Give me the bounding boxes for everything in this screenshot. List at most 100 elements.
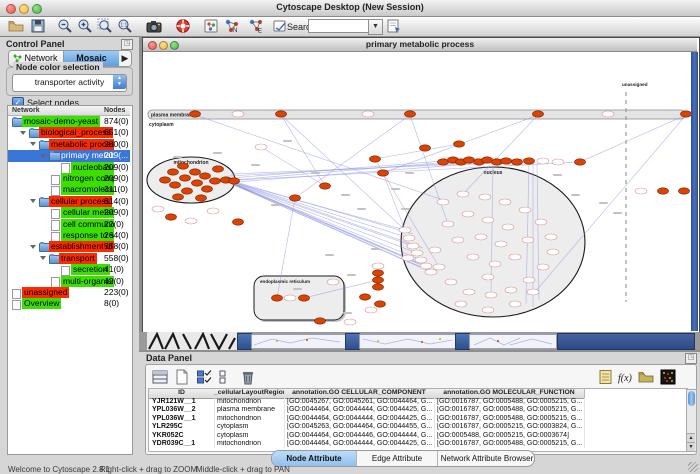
zoom-fit-icon[interactable]: 1:1 [117, 18, 133, 34]
expand-arrow-icon[interactable] [30, 245, 36, 249]
tree-row-macromolecule[interactable]: macromolecule311(0) [8, 184, 130, 195]
new-attribute-icon[interactable] [174, 369, 190, 385]
tree-row-establishment-of-lo[interactable]: establishment of lo558(0) [8, 241, 130, 252]
tree-row-unassigned[interactable]: unassigned223(0) [8, 287, 130, 298]
attribute-table[interactable]: ID_cellularLayoutRegionannotation.GO CEL… [148, 388, 688, 452]
tab-overflow-arrow-icon[interactable]: ▶ [119, 51, 131, 66]
tree-row-biological-process[interactable]: biological_process651(0) [8, 127, 130, 138]
tab-edge-attribute-browser[interactable]: Edge Attribute Browser [357, 451, 438, 466]
table-cell[interactable]: YKR052C [149, 432, 215, 440]
scroll-up-icon[interactable]: ▲ [687, 433, 695, 442]
gene-node-highlighted [170, 182, 181, 188]
formula-fx-icon[interactable]: f(x) [617, 369, 633, 385]
snapshot-camera-icon[interactable] [146, 18, 162, 34]
minimized-window-titlebar[interactable] [557, 333, 695, 350]
data-panel-float-icon[interactable]: ◳ [685, 353, 697, 364]
minimized-window-icon[interactable] [345, 333, 360, 350]
network-window-titlebar[interactable]: primary metabolic process [143, 38, 697, 52]
table-cell[interactable]: [GO:0044464, GO:0044444, GO:0044425, G..… [284, 415, 435, 423]
table-cell[interactable]: [GO:0045267, GO:0045261, GO:0044464, G..… [284, 398, 435, 406]
tree-row-cellular-metabo[interactable]: cellular metabo209(0) [8, 207, 130, 218]
zoom-out-icon[interactable] [57, 18, 73, 34]
tab-network-attribute-browser[interactable]: Network Attribute Browser [438, 451, 535, 466]
table-cell[interactable]: YJR121W__1 [149, 398, 215, 406]
table-cell[interactable]: YPL036W__1 [149, 415, 215, 423]
table-cell[interactable]: mitochondrion [214, 415, 285, 423]
tab-node-attribute-browser[interactable]: Node Attribute Browser [272, 451, 357, 466]
expand-arrow-icon[interactable] [30, 142, 36, 146]
import-attributes-icon[interactable] [638, 369, 654, 385]
edit-network-2-icon[interactable]: E [248, 18, 264, 34]
table-cell[interactable]: mitochondrion [214, 440, 285, 448]
advanced-search-icon[interactable] [386, 18, 402, 34]
tree-row-response-to-stimulu[interactable]: response to stimulu264(0) [8, 230, 130, 241]
network-view-window[interactable]: primary metabolic process plasma membran… [142, 37, 700, 334]
tree-row-nucleobase-[interactable]: nucleobase-209(0) [8, 162, 130, 173]
scroll-down-icon[interactable]: ▼ [687, 442, 695, 451]
color-attribute-dropdown[interactable]: transporter activity ▲▼ [12, 74, 127, 92]
tree-row-mosaic-demo-yeast[interactable]: mosaic-demo-yeast874(0) [8, 116, 130, 127]
control-panel-float-icon[interactable]: ◳ [121, 39, 133, 50]
open-session-icon[interactable] [8, 18, 24, 34]
tree-row-multi-organism-pro[interactable]: multi-organism pro42(0) [8, 276, 130, 287]
select-attributes-icon[interactable] [196, 369, 212, 385]
scrollbar-thumb[interactable] [688, 391, 695, 406]
network-canvas[interactable]: plasma membranecytoplasmmitochondrionnuc… [143, 52, 691, 331]
tree-row-cellular-process[interactable]: cellular process614(0) [8, 196, 130, 207]
network-vertical-scrollbar[interactable] [691, 52, 698, 331]
table-cell[interactable]: cytoplasm [214, 423, 285, 431]
tiny-node-label [271, 204, 280, 206]
tree-row-cell-communicat[interactable]: cell communicat22(0) [8, 219, 130, 230]
vizmapper-icon[interactable] [203, 18, 219, 34]
matrix-icon[interactable] [660, 369, 676, 385]
minimized-window-thumbnail[interactable] [359, 334, 456, 349]
table-cell[interactable]: [GO:0016787, GO:0005488, GO:0005215, G..… [434, 398, 585, 406]
expand-arrow-icon[interactable] [30, 199, 36, 203]
table-cell[interactable]: [GO:0016787, GO:0005488, GO:0005215, G..… [434, 440, 585, 448]
save-session-icon[interactable] [30, 18, 46, 34]
unselect-attributes-icon[interactable] [218, 369, 234, 385]
table-scrollbar[interactable]: ▲ ▼ [686, 389, 697, 452]
notes-icon[interactable] [598, 369, 614, 385]
zoom-selected-icon[interactable] [97, 18, 113, 34]
tree-row-secretion[interactable]: secretion41(0) [8, 264, 130, 275]
zoom-in-icon[interactable] [77, 18, 93, 34]
tree-row-overview[interactable]: Overview8(0) [8, 298, 130, 309]
expand-arrow-icon[interactable] [20, 131, 26, 135]
table-cell[interactable]: [GO:0016787, GO:0005215, GO:0003824, G..… [434, 423, 585, 431]
delete-attribute-icon[interactable] [240, 369, 256, 385]
minimized-window-icon[interactable] [237, 333, 252, 350]
help-lifering-icon[interactable] [175, 18, 191, 34]
attribute-table-icon[interactable] [152, 369, 168, 385]
table-cell[interactable]: YLR295C [149, 423, 215, 431]
search-dropdown-button[interactable]: ▼ [368, 19, 383, 35]
annotation-icon[interactable] [272, 18, 288, 34]
table-cell[interactable]: [GO:0044464, GO:0044444, GO:0044425, G..… [284, 406, 435, 414]
tree-row-nitrogen-compo[interactable]: nitrogen compo209(0) [8, 173, 130, 184]
table-cell[interactable]: [GO:0044464, GO:0044446, GO:0044444, G..… [284, 432, 435, 440]
tree-row-primary-metabo[interactable]: primary metabo209(... [8, 150, 130, 161]
search-input[interactable] [308, 19, 370, 33]
edit-network-1-icon[interactable]: N [224, 18, 240, 34]
table-cell[interactable]: [GO:0045263, GO:0044464, GO:0044455, G..… [284, 423, 435, 431]
title-bar[interactable]: Cytoscape Desktop (New Session) [0, 0, 700, 17]
table-cell[interactable]: cytoplasm [214, 432, 285, 440]
expand-arrow-icon[interactable] [40, 154, 46, 158]
tree-header[interactable]: Network Nodes [8, 106, 130, 116]
table-cell[interactable]: [GO:0016787, GO:0005488, GO:0005215, G..… [434, 415, 585, 423]
minimized-window-thumbnail[interactable] [469, 334, 557, 349]
dropdown-stepper-icon[interactable]: ▲▼ [113, 75, 126, 89]
resize-grip[interactable] [688, 462, 698, 472]
minimized-window-thumbnail[interactable] [251, 334, 346, 349]
tree-row-metabolic-process[interactable]: metabolic process280(0) [8, 139, 130, 150]
expand-arrow-icon[interactable] [40, 256, 46, 260]
table-cell[interactable]: YDR039C__1 [149, 440, 215, 448]
table-cell[interactable]: YPL036W__2 [149, 406, 215, 414]
table-cell[interactable]: plasma membrane [214, 406, 285, 414]
table-cell[interactable]: [GO:0005488, GO:0005215, GO:0003674] [434, 432, 585, 440]
table-cell[interactable]: [GO:0016787, GO:0005488, GO:0005215, G..… [434, 406, 585, 414]
tree-row-transport[interactable]: transport558(0) [8, 253, 130, 264]
table-cell[interactable]: mitochondrion [214, 398, 285, 406]
minimized-window-icon[interactable] [455, 333, 470, 350]
table-cell[interactable]: [GO:0044464, GO:0044444, GO:0044425, G..… [284, 440, 435, 448]
